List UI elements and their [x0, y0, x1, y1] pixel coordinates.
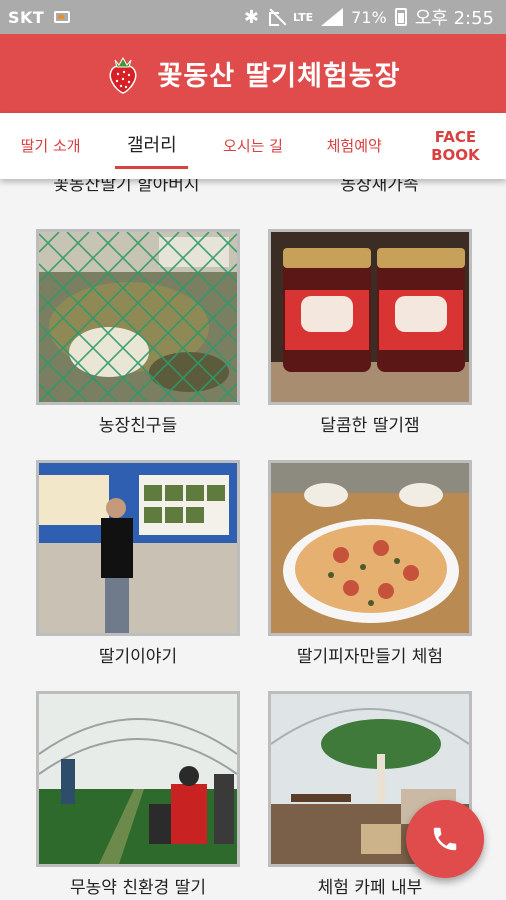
- battery-icon: [394, 8, 407, 26]
- bluetooth-icon: ✱: [243, 6, 259, 28]
- tab-reservation[interactable]: 체험예약: [304, 113, 405, 179]
- gallery-photo[interactable]: [36, 229, 240, 405]
- clock: 오후 2:55: [414, 8, 494, 29]
- network-type: LTE: [292, 10, 314, 24]
- gallery-item[interactable]: 딸기피자만들기 체험: [268, 460, 472, 667]
- gallery-caption: 딸기피자만들기 체험: [296, 647, 444, 667]
- gallery-caption: 무농약 친환경 딸기: [70, 878, 206, 898]
- phone-icon: [433, 827, 457, 851]
- partial-captions: 꽃동산딸기 할아버지 농장새가족: [0, 179, 506, 195]
- gallery-caption: 꽃동산딸기 할아버지: [53, 179, 200, 195]
- tab-directions[interactable]: 오시는 길: [202, 113, 303, 179]
- tab-bar: 딸기 소개 갤러리 오시는 길 체험예약 FACE BOOK: [0, 113, 506, 179]
- gallery-photo[interactable]: [36, 691, 240, 867]
- gallery-item[interactable]: 농장친구들: [36, 229, 240, 436]
- gallery-item[interactable]: 달콤한 딸기잼: [268, 229, 472, 436]
- gallery-caption: 딸기이야기: [98, 647, 178, 667]
- gallery-caption: 농장새가족: [340, 179, 419, 195]
- signal-icon: [321, 8, 344, 26]
- gallery-item[interactable]: 딸기이야기: [36, 460, 240, 667]
- gallery-caption: 달콤한 딸기잼: [320, 416, 420, 436]
- gallery-photo[interactable]: [268, 460, 472, 636]
- status-bar: SKT ✱ LTE 71% 오후 2:55: [0, 0, 506, 34]
- mute-icon: [267, 8, 285, 26]
- tab-gallery[interactable]: 갤러리: [101, 113, 202, 179]
- carrier-label: SKT: [8, 7, 45, 27]
- notification-icon: [54, 11, 71, 23]
- tab-strawberry-intro[interactable]: 딸기 소개: [0, 113, 101, 179]
- battery-percent: 71%: [351, 7, 387, 27]
- app-title: 꽃동산 딸기체험농장: [157, 61, 401, 92]
- gallery: 꽃동산딸기 할아버지 농장새가족 농장친구들 달콤한 딸기잼 딸기이야기 딸기피…: [0, 179, 506, 900]
- call-button[interactable]: [406, 800, 484, 878]
- gallery-caption: 농장친구들: [98, 416, 178, 436]
- tab-facebook[interactable]: FACE BOOK: [405, 113, 506, 179]
- app-bar: 꽃동산 딸기체험농장: [0, 34, 506, 113]
- strawberry-icon: [106, 54, 140, 94]
- gallery-item[interactable]: 무농약 친환경 딸기: [36, 691, 240, 898]
- gallery-photo[interactable]: [36, 460, 240, 636]
- gallery-photo[interactable]: [268, 229, 472, 405]
